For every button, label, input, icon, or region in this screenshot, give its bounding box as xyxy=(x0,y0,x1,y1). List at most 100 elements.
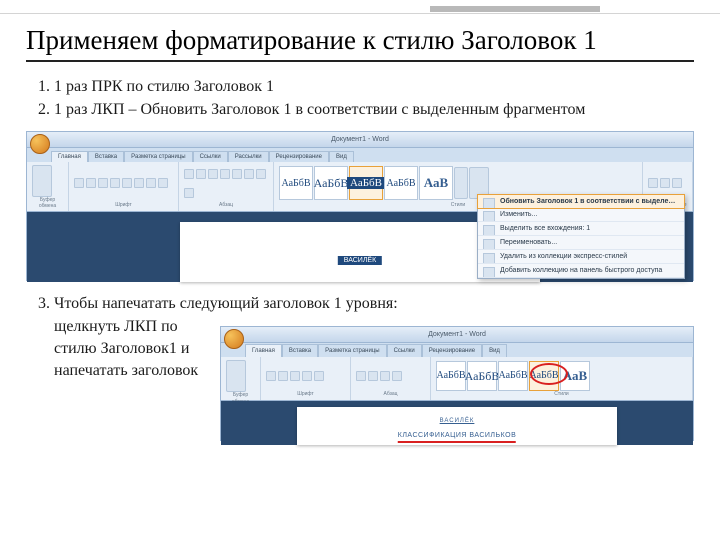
find-icon[interactable] xyxy=(648,178,658,188)
title-rule xyxy=(26,60,694,62)
style-sample: АаБбВ xyxy=(465,368,500,384)
word-titlebar: Документ1 - Word xyxy=(221,327,693,343)
group-font-label: Шрифт xyxy=(74,202,173,208)
style-sample: АаБбВ xyxy=(529,369,558,383)
selected-heading-text: ВАСИЛЁК xyxy=(338,256,382,265)
italic-icon[interactable] xyxy=(278,371,288,381)
menu-rename[interactable]: Переименовать... xyxy=(478,236,684,250)
underline-icon[interactable] xyxy=(290,371,300,381)
tab-review[interactable]: Рецензирование xyxy=(269,151,329,162)
bullets-icon[interactable] xyxy=(184,169,194,179)
style-box-title[interactable]: АаВ xyxy=(560,361,590,391)
align-center-icon[interactable] xyxy=(392,371,402,381)
align-left-icon[interactable] xyxy=(380,371,390,381)
tab-layout[interactable]: Разметка страницы xyxy=(124,151,192,162)
group-para-label: Абзац xyxy=(184,202,268,208)
group-styles-label: Стили xyxy=(436,391,687,398)
tab-refs[interactable]: Ссылки xyxy=(387,344,422,357)
ribbon: Буфер обмена Шрифт Абзац АаБбВ АаБбВ АаБ… xyxy=(27,162,693,212)
tab-view[interactable]: Вид xyxy=(482,344,507,357)
sub-icon[interactable] xyxy=(122,178,132,188)
step-3: Чтобы напечатать следующий заголовок 1 у… xyxy=(54,293,694,454)
slide-title: Применяем форматирование к стилю Заголов… xyxy=(26,26,694,56)
style-box-nospacing[interactable]: АаБбВ xyxy=(467,361,497,391)
steps-list-cont: Чтобы напечатать следующий заголовок 1 у… xyxy=(26,293,694,454)
highlight-icon[interactable] xyxy=(302,371,312,381)
word-document-area: ВАСИЛЁК КЛАССИФИКАЦИЯ ВАСИЛЬКОВ xyxy=(221,401,693,445)
word-screenshot-1: Документ1 - Word Главная Вставка Разметк… xyxy=(26,131,694,281)
style-box-heading1[interactable]: АаБбВ xyxy=(349,166,383,200)
group-clipboard: Буфер обмена xyxy=(27,162,69,211)
group-font: Шрифт xyxy=(261,357,351,400)
tab-home[interactable]: Главная xyxy=(245,344,282,357)
slide-top-decoration xyxy=(0,0,720,18)
document-page: ВАСИЛЁК КЛАССИФИКАЦИЯ ВАСИЛЬКОВ xyxy=(297,407,617,445)
group-styles: АаБбВ АаБбВ АаБбВ АаБбВ АаВ Стили xyxy=(431,357,693,400)
menu-update-style[interactable]: Обновить Заголовок 1 в соответствии с вы… xyxy=(477,194,685,209)
style-box-title[interactable]: АаВ xyxy=(419,166,453,200)
tab-mail[interactable]: Рассылки xyxy=(228,151,269,162)
fontcolor-icon[interactable] xyxy=(158,178,168,188)
strike-icon[interactable] xyxy=(110,178,120,188)
select-icon[interactable] xyxy=(672,178,682,188)
style-box-nospacing[interactable]: АаБбВ xyxy=(314,166,348,200)
ribbon: Буфер обмена Шрифт Абзац АаБбВ xyxy=(221,357,693,401)
style-sample: АаБбВ xyxy=(347,177,385,189)
tab-insert[interactable]: Вставка xyxy=(88,151,124,162)
group-paragraph: Абзац xyxy=(351,357,431,400)
paste-icon[interactable] xyxy=(32,165,52,197)
style-sample: АаБбВ xyxy=(498,369,527,383)
menu-select-all[interactable]: Выделить все вхождения: 1 xyxy=(478,222,684,236)
step-3-intro: Чтобы напечатать следующий заголовок 1 у… xyxy=(54,295,398,312)
page-heading-2-typed: КЛАССИФИКАЦИЯ ВАСИЛЬКОВ xyxy=(398,431,516,442)
style-box-heading1[interactable]: АаБбВ xyxy=(498,361,528,391)
numbering-icon[interactable] xyxy=(368,371,378,381)
align-center-icon[interactable] xyxy=(256,169,266,179)
group-font-label: Шрифт xyxy=(266,391,345,398)
indent-dec-icon[interactable] xyxy=(220,169,230,179)
ribbon-tabs: Главная Вставка Разметка страницы Ссылки… xyxy=(221,343,693,357)
office-button-icon[interactable] xyxy=(30,134,50,154)
group-clipboard-label: Буфер обмена xyxy=(32,197,63,209)
styles-more-icon[interactable] xyxy=(454,167,468,199)
paste-icon[interactable] xyxy=(226,360,246,392)
replace-icon[interactable] xyxy=(660,178,670,188)
ribbon-tabs: Главная Вставка Разметка страницы Ссылки… xyxy=(27,148,693,162)
style-box-heading2[interactable]: АаБбВ xyxy=(384,166,418,200)
sup-icon[interactable] xyxy=(134,178,144,188)
group-font: Шрифт xyxy=(69,162,179,211)
tab-refs[interactable]: Ссылки xyxy=(193,151,228,162)
bold-icon[interactable] xyxy=(266,371,276,381)
indent-inc-icon[interactable] xyxy=(232,169,242,179)
style-sample: АаВ xyxy=(424,175,448,191)
step-3-rest: щелкнуть ЛКП по стилю Заголовок1 и напеч… xyxy=(54,316,204,381)
tab-review[interactable]: Рецензирование xyxy=(422,344,482,357)
slide-content: Применяем форматирование к стилю Заголов… xyxy=(0,18,720,453)
style-box-heading2[interactable]: АаБбВ xyxy=(529,361,559,391)
tab-home[interactable]: Главная xyxy=(51,151,88,162)
style-box-normal[interactable]: АаБбВ xyxy=(279,166,313,200)
tab-insert[interactable]: Вставка xyxy=(282,344,318,357)
bullets-icon[interactable] xyxy=(356,371,366,381)
menu-modify[interactable]: Изменить... xyxy=(478,208,684,222)
align-left-icon[interactable] xyxy=(244,169,254,179)
italic-icon[interactable] xyxy=(86,178,96,188)
style-sample: АаБбВ xyxy=(314,176,349,191)
fontcolor-icon[interactable] xyxy=(314,371,324,381)
group-clipboard: Буфер обмена xyxy=(221,357,261,400)
tab-view[interactable]: Вид xyxy=(329,151,354,162)
word-screenshot-2: Документ1 - Word Главная Вставка Разметк… xyxy=(220,326,694,441)
align-right-icon[interactable] xyxy=(184,188,194,198)
style-sample: АаБбВ xyxy=(281,178,310,189)
tab-layout[interactable]: Разметка страницы xyxy=(318,344,386,357)
menu-remove[interactable]: Удалить из коллекции экспресс-стилей xyxy=(478,250,684,264)
step-2: 1 раз ЛКП – Обновить Заголовок 1 в соотв… xyxy=(54,99,694,121)
numbering-icon[interactable] xyxy=(196,169,206,179)
menu-add-qat[interactable]: Добавить коллекцию на панель быстрого до… xyxy=(478,264,684,278)
bold-icon[interactable] xyxy=(74,178,84,188)
highlight-icon[interactable] xyxy=(146,178,156,188)
multilevel-icon[interactable] xyxy=(208,169,218,179)
style-sample: АаВ xyxy=(563,367,587,385)
style-box-normal[interactable]: АаБбВ xyxy=(436,361,466,391)
underline-icon[interactable] xyxy=(98,178,108,188)
